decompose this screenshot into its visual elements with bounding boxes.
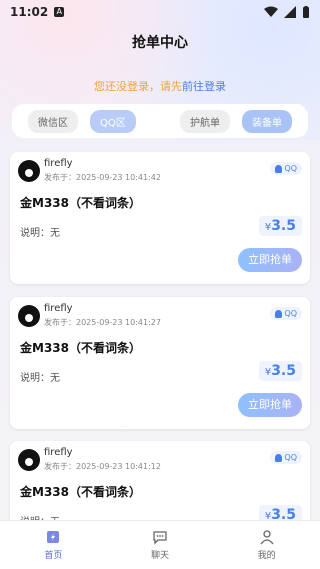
order-card[interactable]: firefly 发布于：2025-09-23 10:41:12 QQ 金M338… xyxy=(10,441,310,528)
order-username: firefly xyxy=(44,158,73,169)
category-tabs: 微信区 QQ区 护航单 装备单 xyxy=(12,104,308,138)
price-value: 3.5 xyxy=(271,363,296,379)
notification-badge: A xyxy=(54,7,65,17)
source-badge: QQ xyxy=(270,162,302,175)
source-badge: QQ xyxy=(270,451,302,464)
login-hint: 您还没登录，请先前往登录 xyxy=(0,78,320,94)
login-link[interactable]: 前往登录 xyxy=(182,80,226,93)
order-title: 金M338（不看词条） xyxy=(20,485,141,499)
tab-equipment[interactable]: 装备单 xyxy=(242,109,292,133)
qq-icon xyxy=(275,309,283,318)
order-price: ¥3.5 xyxy=(258,216,302,236)
bottom-nav: 首页 聊天 我的 xyxy=(0,520,320,569)
source-label: QQ xyxy=(284,309,297,318)
grab-order-button[interactable]: 立即抢单 xyxy=(238,248,302,272)
qq-icon xyxy=(275,164,283,173)
nav-profile-label: 我的 xyxy=(257,551,276,561)
nav-profile[interactable]: 我的 xyxy=(258,529,276,561)
order-card[interactable]: firefly 发布于：2025-09-23 10:41:42 QQ 金M338… xyxy=(10,152,310,284)
grab-order-button[interactable]: 立即抢单 xyxy=(238,393,302,417)
tab-escort[interactable]: 护航单 xyxy=(180,109,230,133)
avatar xyxy=(18,160,40,182)
nav-home[interactable]: 首页 xyxy=(44,529,62,561)
tab-wechat[interactable]: 微信区 xyxy=(28,109,78,133)
order-title: 金M338（不看词条） xyxy=(20,341,141,355)
chat-icon xyxy=(153,531,167,545)
source-label: QQ xyxy=(284,164,297,173)
source-label: QQ xyxy=(284,453,297,462)
order-post-time: 发布于：2025-09-23 10:41:42 xyxy=(44,173,161,182)
order-username: firefly xyxy=(44,447,73,458)
order-card[interactable]: firefly 发布于：2025-09-23 10:41:27 QQ 金M338… xyxy=(10,297,310,429)
order-description: 说明：无 xyxy=(20,228,60,239)
wifi-icon xyxy=(264,6,278,17)
order-post-time: 发布于：2025-09-23 10:41:12 xyxy=(44,462,161,471)
nav-chat-label: 聊天 xyxy=(150,551,169,561)
profile-icon xyxy=(260,530,274,545)
status-bar: 11:02 A xyxy=(0,0,320,24)
order-title: 金M338（不看词条） xyxy=(20,196,141,210)
home-icon xyxy=(47,531,60,543)
avatar xyxy=(18,449,40,471)
order-description: 说明：无 xyxy=(20,373,60,384)
order-username: firefly xyxy=(44,303,73,314)
source-badge: QQ xyxy=(270,307,302,320)
price-value: 3.5 xyxy=(271,218,296,234)
qq-icon xyxy=(275,453,283,462)
order-post-time: 发布于：2025-09-23 10:41:27 xyxy=(44,318,161,327)
nav-chat[interactable]: 聊天 xyxy=(151,529,169,561)
status-icons xyxy=(264,6,310,18)
avatar xyxy=(18,305,40,327)
status-time: 11:02 xyxy=(10,5,49,19)
tab-qq[interactable]: QQ区 xyxy=(90,109,136,133)
login-hint-text: 您还没登录，请先 xyxy=(94,80,182,93)
battery-icon xyxy=(303,6,309,18)
nav-home-label: 首页 xyxy=(44,551,63,561)
signal-icon xyxy=(284,6,296,18)
order-price: ¥3.5 xyxy=(258,361,302,381)
page-title: 抢单中心 xyxy=(132,35,188,51)
